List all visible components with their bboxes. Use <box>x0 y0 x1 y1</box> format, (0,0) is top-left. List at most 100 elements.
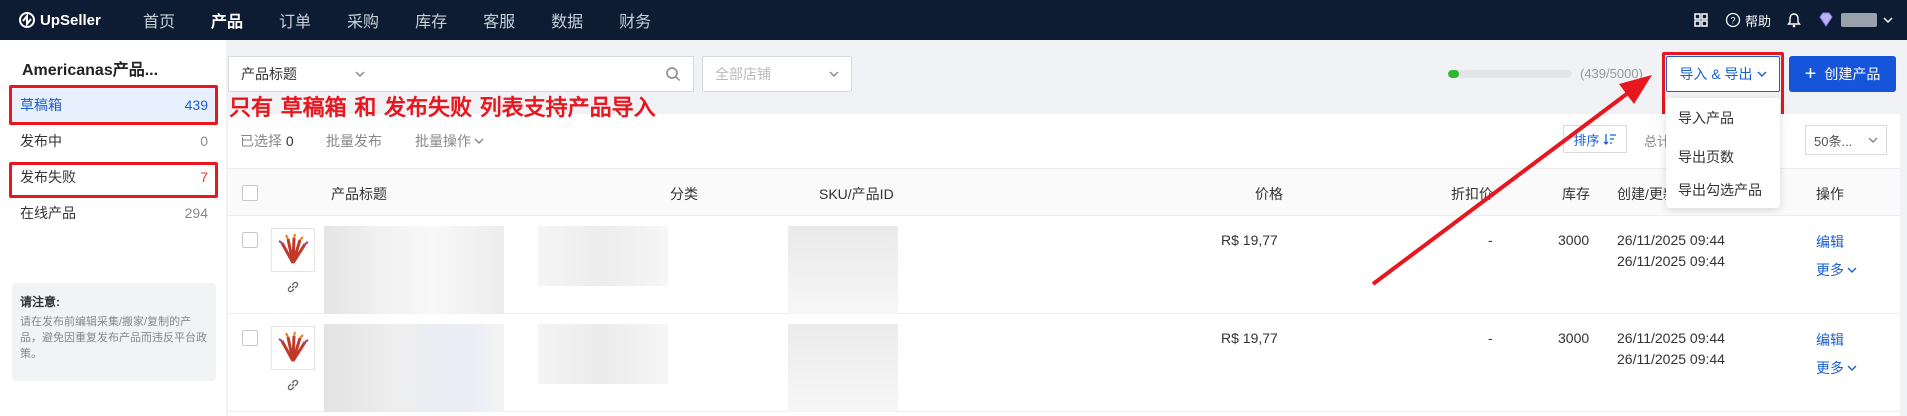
updated-time: 26/11/2025 09:44 <box>1617 351 1725 367</box>
create-product-button[interactable]: + 创建产品 <box>1789 56 1896 92</box>
nav-purchase[interactable]: 采购 <box>347 8 379 32</box>
plus-icon: + <box>1804 63 1817 85</box>
sidebar-item-label: 在线产品 <box>20 205 76 221</box>
store-select[interactable]: 全部店铺 <box>702 56 852 92</box>
chevron-down-icon <box>1847 267 1857 273</box>
top-nav-bar: UpSeller 首页 产品 订单 采购 库存 客服 数据 财务 ? 帮助 <box>0 0 1907 40</box>
search-icon[interactable] <box>665 66 681 82</box>
nav-customer-service[interactable]: 客服 <box>483 8 515 32</box>
page-size-select[interactable]: 50条... <box>1805 125 1887 155</box>
chevron-down-icon <box>355 71 365 77</box>
help-label: 帮助 <box>1744 13 1771 29</box>
batch-ops-label: 批量操作 <box>415 133 471 149</box>
field-select-value: 产品标题 <box>241 66 297 82</box>
more-menu[interactable]: 更多 <box>1816 358 1857 378</box>
store-title: Americanas产品... <box>22 62 159 79</box>
created-time: 26/11/2025 09:44 <box>1617 232 1725 248</box>
product-thumbnail[interactable] <box>271 228 315 272</box>
table-row: R$ 19,77 - 3000 26/11/2025 09:44 26/11/2… <box>228 314 1900 412</box>
account-menu[interactable] <box>1817 12 1893 28</box>
col-category: 分类 <box>670 186 698 202</box>
chevron-down-icon <box>1883 17 1893 24</box>
product-image <box>278 233 309 264</box>
row-checkbox[interactable] <box>242 232 258 248</box>
quota-progress-fill <box>1448 69 1459 78</box>
annotation-text: 只有 草稿箱 和 发布失败 列表支持产品导入 <box>229 96 656 121</box>
selected-count: 已选择 0 <box>240 131 294 151</box>
col-discount: 折扣价 <box>1451 186 1493 202</box>
batch-ops-button[interactable]: 批量操作 <box>415 131 484 151</box>
notice-text: 请在发布前编辑采集/搬家/复制的产品，避免因重复发布产品而违反平台政策。 <box>20 316 207 360</box>
col-title: 产品标题 <box>331 186 387 202</box>
apps-grid-icon[interactable] <box>1693 12 1709 28</box>
chevron-down-icon <box>1757 71 1767 77</box>
product-title-blurred <box>324 324 504 412</box>
quota-text: (439/5000) <box>1580 66 1643 81</box>
sidebar-item-label: 发布中 <box>20 133 62 149</box>
nav-inventory[interactable]: 库存 <box>415 8 447 32</box>
col-sku: SKU/产品ID <box>819 186 894 202</box>
col-stock: 库存 <box>1562 186 1590 202</box>
price: R$ 19,77 <box>1221 330 1278 346</box>
product-thumbnail[interactable] <box>271 326 315 370</box>
nav-orders[interactable]: 订单 <box>279 8 311 32</box>
created-time: 26/11/2025 09:44 <box>1617 330 1725 346</box>
diamond-icon <box>1819 12 1833 27</box>
upseller-logo-icon <box>19 12 35 28</box>
highlight-box-drafts <box>9 85 218 125</box>
batch-publish-button[interactable]: 批量发布 <box>326 131 382 151</box>
discount-price: - <box>1488 330 1493 346</box>
nav-finance[interactable]: 财务 <box>619 8 651 32</box>
discount-price: - <box>1488 232 1493 248</box>
link-icon[interactable] <box>286 378 300 392</box>
link-icon[interactable] <box>286 280 300 294</box>
nav-data[interactable]: 数据 <box>551 8 583 32</box>
selected-value: 0 <box>285 133 294 149</box>
nav-products[interactable]: 产品 <box>211 8 243 32</box>
category-blurred <box>538 324 668 384</box>
sku-blurred <box>788 226 898 314</box>
menu-item-import-products[interactable]: 导入产品 <box>1678 108 1734 128</box>
select-all-checkbox[interactable] <box>242 185 258 201</box>
chevron-down-icon <box>474 138 484 144</box>
sku-blurred <box>788 324 898 412</box>
chevron-down-icon <box>1868 137 1878 143</box>
product-image <box>278 331 309 362</box>
chevron-down-icon <box>1847 365 1857 371</box>
bell-icon[interactable] <box>1787 12 1801 28</box>
create-product-label: 创建产品 <box>1824 66 1881 82</box>
more-menu[interactable]: 更多 <box>1816 260 1857 280</box>
help-button[interactable]: ? 帮助 <box>1725 11 1771 30</box>
sidebar-item-online[interactable]: 在线产品 294 <box>12 196 216 230</box>
main-nav: 首页 产品 订单 采购 库存 客服 数据 财务 <box>143 8 687 32</box>
edit-link[interactable]: 编辑 <box>1816 330 1844 350</box>
store-select-placeholder: 全部店铺 <box>715 66 771 82</box>
page-size-value: 50条... <box>1814 133 1853 149</box>
more-label: 更多 <box>1816 262 1844 278</box>
search-input[interactable] <box>377 56 694 92</box>
svg-text:?: ? <box>1730 16 1735 26</box>
sidebar-item-publishing[interactable]: 发布中 0 <box>12 124 216 158</box>
stock: 3000 <box>1558 232 1590 248</box>
col-price: 价格 <box>1255 186 1283 202</box>
product-title-blurred <box>324 226 504 314</box>
import-export-label: 导入 & 导出 <box>1679 66 1753 82</box>
notice-title: 请注意: <box>20 295 60 309</box>
table-header: 产品标题 分类 SKU/产品ID 价格 折扣价 库存 创建/更新时间 操作 <box>228 168 1900 216</box>
sort-button[interactable]: 排序 <box>1563 125 1627 153</box>
menu-item-export-page[interactable]: 导出页数 <box>1678 147 1734 167</box>
avatar <box>1841 13 1877 27</box>
selected-label: 已选择 <box>240 133 282 149</box>
app-logo[interactable]: UpSeller <box>18 11 143 29</box>
edit-link[interactable]: 编辑 <box>1816 232 1844 252</box>
category-blurred <box>538 226 668 286</box>
import-export-button[interactable]: 导入 & 导出 <box>1666 56 1780 92</box>
field-select[interactable]: 产品标题 <box>228 56 378 92</box>
col-actions: 操作 <box>1816 186 1844 202</box>
stock: 3000 <box>1558 330 1590 346</box>
row-checkbox[interactable] <box>242 330 258 346</box>
table-row: R$ 19,77 - 3000 26/11/2025 09:44 26/11/2… <box>228 216 1900 314</box>
nav-home[interactable]: 首页 <box>143 8 175 32</box>
menu-item-export-selected[interactable]: 导出勾选产品 <box>1678 180 1762 200</box>
sidebar-item-count: 294 <box>184 205 208 221</box>
